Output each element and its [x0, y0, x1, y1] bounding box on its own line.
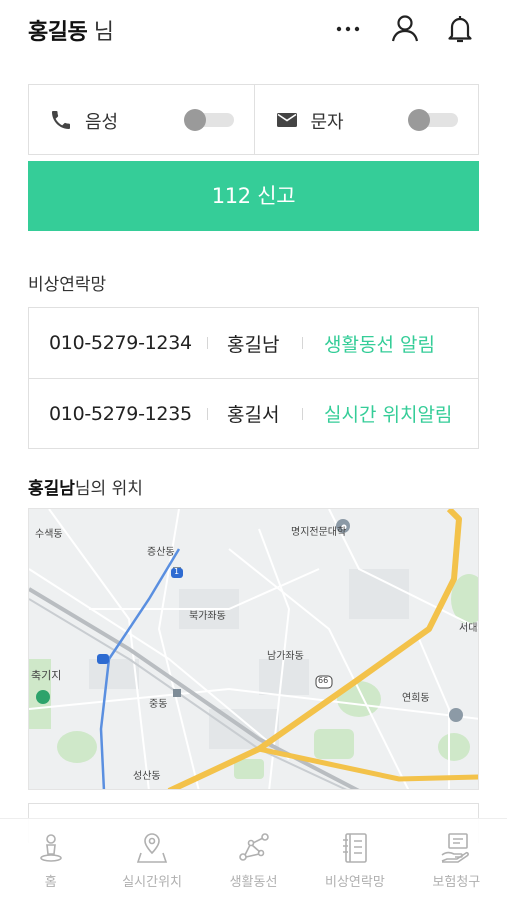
- map-label: 명지전문대학: [291, 527, 347, 538]
- contact-alert-link[interactable]: 실시간 위치알림: [324, 400, 452, 427]
- map-label: 연희동: [402, 693, 430, 704]
- location-section-title: 홍길남님의 위치: [28, 474, 143, 499]
- route-shield-label: 66: [318, 676, 329, 685]
- map-label: 남가좌동: [267, 651, 304, 662]
- map-pin-icon: [136, 833, 168, 863]
- switch-knob: [408, 109, 430, 131]
- divider: [302, 337, 303, 349]
- route-shield-label: 1: [174, 567, 180, 576]
- contact-phone: 010-5279-1235: [49, 402, 192, 425]
- tab-realtime-location[interactable]: 실시간위치: [101, 819, 202, 900]
- contact-alert-link[interactable]: 생활동선 알림: [324, 330, 435, 357]
- location-title-suffix: 님의 위치: [74, 479, 143, 499]
- tab-insurance-claim[interactable]: 보험청구: [406, 819, 507, 900]
- tab-emergency-contacts[interactable]: 비상연락망: [304, 819, 405, 900]
- user-suffix: 님: [93, 20, 114, 45]
- tab-label: 비상연락망: [325, 875, 385, 890]
- phone-icon: [49, 108, 73, 132]
- voice-toggle-cell[interactable]: 음성: [29, 85, 254, 154]
- map-label: 증산동: [147, 547, 175, 558]
- location-person-name: 홍길남: [28, 479, 75, 499]
- tab-label: 실시간위치: [122, 875, 183, 890]
- contact-phone: 010-5279-1234: [49, 332, 192, 354]
- bottom-tab-bar: 홈 실시간위치 생활동선 비상연락망 보험청구: [0, 818, 507, 900]
- home-pin-icon: [39, 834, 62, 862]
- mail-icon: [275, 108, 299, 132]
- user-greeting: 홍길동 님: [28, 14, 114, 46]
- tab-daily-route[interactable]: 생활동선: [203, 819, 304, 900]
- tab-label: 홈: [44, 875, 57, 890]
- contact-name: 홍길남: [227, 333, 280, 356]
- tab-label: 보험청구: [432, 875, 481, 890]
- alert-toggle-panel: 음성 문자: [28, 84, 479, 155]
- divider: [207, 337, 208, 349]
- sms-toggle-cell[interactable]: 문자: [253, 85, 479, 154]
- bell-icon[interactable]: [444, 12, 476, 44]
- user-icon[interactable]: [389, 12, 421, 44]
- map-label: 수색동: [35, 529, 63, 540]
- contacts-list: 010-5279-1234 홍길남 생활동선 알림 010-5279-1235 …: [28, 307, 479, 449]
- report-112-button[interactable]: 112 신고: [28, 161, 479, 231]
- map-label: 북가좌동: [189, 611, 226, 622]
- app-header: 홍길동 님: [0, 0, 507, 60]
- sms-switch[interactable]: [408, 109, 458, 131]
- switch-knob: [183, 109, 206, 131]
- map-label: 서대: [459, 623, 478, 634]
- contact-row[interactable]: 010-5279-1234 홍길남 생활동선 알림: [29, 308, 478, 378]
- more-icon[interactable]: [332, 12, 364, 44]
- map-label: 중동: [149, 699, 168, 710]
- user-name: 홍길동: [28, 20, 88, 45]
- divider: [302, 408, 303, 420]
- insurance-claim-icon: [441, 833, 470, 863]
- voice-switch[interactable]: [183, 109, 234, 131]
- divider: [207, 408, 208, 420]
- map-graphic: [29, 509, 478, 789]
- contacts-section-title: 비상연락망: [28, 275, 107, 295]
- contact-book-icon: [342, 833, 367, 863]
- map-label: 축기지: [31, 669, 62, 682]
- tab-home[interactable]: 홈: [0, 819, 101, 900]
- route-icon: [238, 833, 269, 861]
- tab-label: 생활동선: [229, 875, 278, 890]
- contact-row[interactable]: 010-5279-1235 홍길서 실시간 위치알림: [29, 378, 478, 448]
- contact-name: 홍길서: [227, 404, 280, 426]
- sms-label: 문자: [310, 112, 344, 133]
- voice-label: 음성: [85, 112, 119, 133]
- location-map[interactable]: 수색동 증산동 명지전문대학 북가좌동 남가좌동 서대 연희동 중동 성산동 축…: [28, 508, 479, 790]
- map-label: 성산동: [133, 771, 161, 782]
